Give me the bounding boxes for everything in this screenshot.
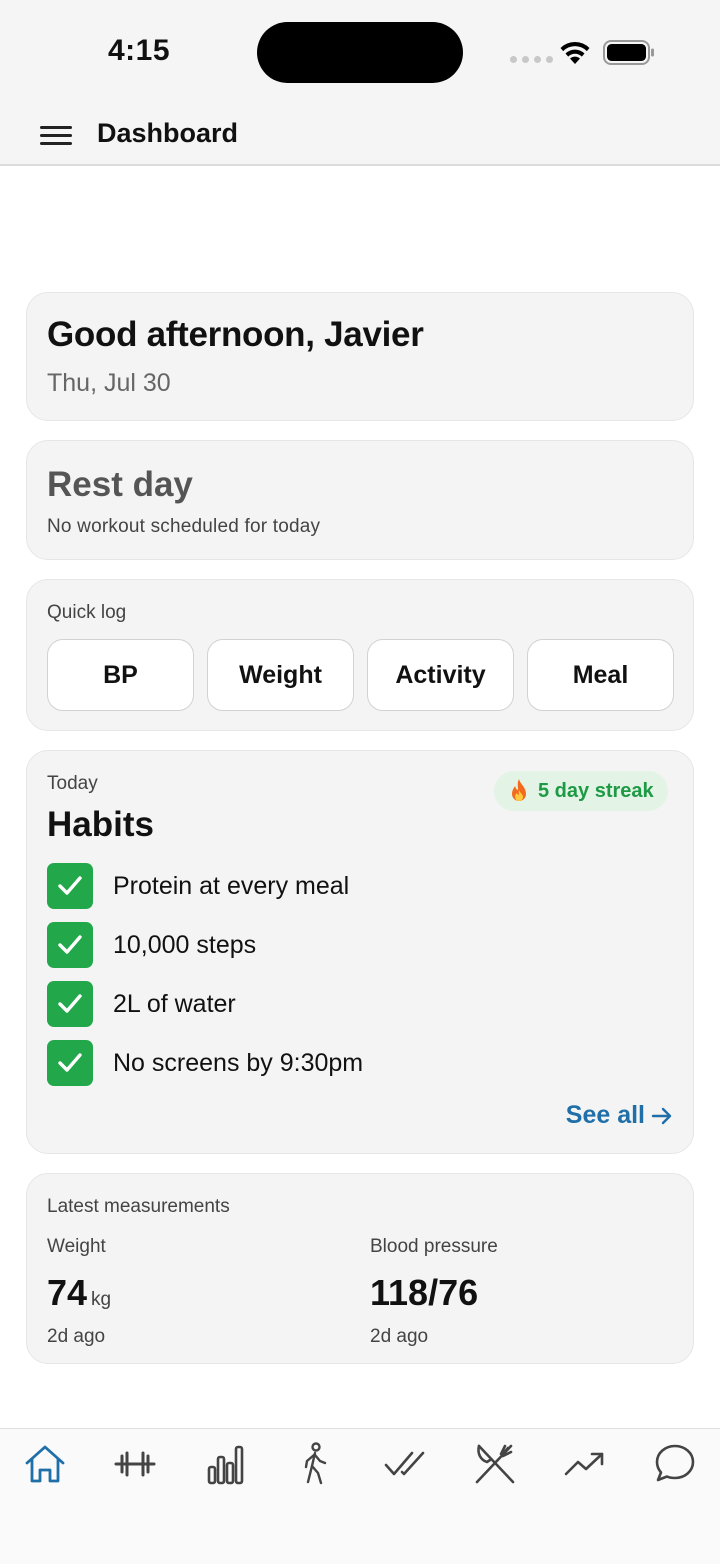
flame-icon bbox=[512, 779, 526, 801]
tab-messages[interactable] bbox=[645, 1439, 705, 1489]
checkbox-checked[interactable] bbox=[47, 863, 93, 909]
quick-log-card: Quick log BP Weight Activity Meal bbox=[26, 579, 694, 731]
bar-chart-icon bbox=[207, 1445, 244, 1485]
tab-stats[interactable] bbox=[195, 1439, 255, 1489]
walking-icon bbox=[304, 1442, 327, 1485]
blood-pressure-measurement: Blood pressure 118/76 2d ago bbox=[370, 1236, 498, 1348]
workout-title: Rest day bbox=[47, 465, 193, 504]
habit-label: Protein at every meal bbox=[113, 871, 350, 900]
tab-activity[interactable] bbox=[285, 1439, 345, 1489]
quick-log-label: Quick log bbox=[47, 602, 127, 623]
measurements-label: Latest measurements bbox=[47, 1196, 230, 1217]
quick-log-activity-button[interactable]: Activity bbox=[367, 639, 514, 711]
streak-text: 5 day streak bbox=[538, 779, 654, 802]
trend-up-icon bbox=[564, 1452, 604, 1476]
greeting-title: Good afternoon, Javier bbox=[47, 315, 424, 354]
checkbox-checked[interactable] bbox=[47, 1040, 93, 1086]
habit-item[interactable]: Protein at every meal bbox=[47, 863, 349, 909]
blood-pressure-value: 118/76 bbox=[370, 1272, 479, 1313]
weight-unit: kg bbox=[91, 1289, 112, 1310]
greeting-date: Thu, Jul 30 bbox=[47, 369, 171, 397]
app-header: Dashboard bbox=[0, 104, 720, 166]
habit-label: 10,000 steps bbox=[113, 930, 257, 959]
checkbox-checked[interactable] bbox=[47, 981, 93, 1027]
habits-title: Habits bbox=[47, 805, 154, 844]
home-icon bbox=[25, 1445, 65, 1483]
checkmark-icon bbox=[58, 935, 82, 954]
tab-progress[interactable] bbox=[555, 1439, 615, 1489]
habit-item[interactable]: No screens by 9:30pm bbox=[47, 1040, 363, 1086]
dumbbell-icon bbox=[114, 1451, 156, 1477]
checkmark-icon bbox=[58, 1053, 82, 1072]
status-time: 4:15 bbox=[108, 34, 171, 67]
page-title: Dashboard bbox=[97, 118, 239, 148]
measurements-card[interactable]: Latest measurements Weight 74 kg 2d ago B… bbox=[26, 1173, 694, 1364]
blood-pressure-ago: 2d ago bbox=[370, 1326, 429, 1347]
greeting-card: Good afternoon, Javier Thu, Jul 30 bbox=[26, 292, 694, 421]
weight-label: Weight bbox=[47, 1236, 106, 1257]
status-bar: 4:15 bbox=[0, 0, 720, 104]
quick-log-bp-button[interactable]: BP bbox=[47, 639, 194, 711]
see-all-link[interactable]: See all bbox=[566, 1101, 673, 1130]
habits-card: Today Habits 5 day streak Protein at eve… bbox=[26, 750, 694, 1154]
battery-icon bbox=[603, 40, 654, 65]
weight-measurement: Weight 74 kg 2d ago bbox=[47, 1236, 111, 1348]
habit-label: 2L of water bbox=[113, 989, 236, 1018]
blood-pressure-label: Blood pressure bbox=[370, 1236, 498, 1257]
checkmark-icon bbox=[58, 994, 82, 1013]
tab-workouts[interactable] bbox=[105, 1439, 165, 1489]
wifi-icon bbox=[560, 41, 590, 64]
checkbox-checked[interactable] bbox=[47, 922, 93, 968]
habit-item[interactable]: 2L of water bbox=[47, 981, 236, 1027]
workout-subtitle: No workout scheduled for today bbox=[47, 516, 321, 537]
streak-badge: 5 day streak bbox=[494, 771, 668, 811]
quick-log-weight-button[interactable]: Weight bbox=[207, 639, 354, 711]
tab-home[interactable] bbox=[15, 1439, 75, 1489]
habit-item[interactable]: 10,000 steps bbox=[47, 922, 256, 968]
tab-nutrition[interactable] bbox=[465, 1439, 525, 1489]
weight-ago: 2d ago bbox=[47, 1326, 106, 1347]
dynamic-island bbox=[257, 22, 463, 83]
checkmark-icon bbox=[58, 876, 82, 895]
double-check-icon bbox=[384, 1451, 425, 1476]
fork-knife-icon bbox=[475, 1444, 515, 1484]
weight-value-row: 74 kg bbox=[47, 1272, 111, 1314]
habits-eyebrow: Today bbox=[47, 773, 98, 794]
cellular-signal-icon bbox=[510, 56, 553, 63]
arrow-right-icon bbox=[651, 1107, 672, 1124]
weight-value: 74 bbox=[47, 1272, 88, 1313]
chat-bubble-icon bbox=[655, 1444, 695, 1482]
tab-habits[interactable] bbox=[375, 1439, 435, 1489]
bottom-tab-bar bbox=[0, 1428, 720, 1564]
workout-card[interactable]: Rest day No workout scheduled for today bbox=[26, 440, 694, 560]
quick-log-meal-button[interactable]: Meal bbox=[527, 639, 674, 711]
see-all-label: See all bbox=[565, 1101, 645, 1129]
habit-label: No screens by 9:30pm bbox=[113, 1048, 364, 1077]
menu-icon[interactable] bbox=[38, 124, 74, 148]
